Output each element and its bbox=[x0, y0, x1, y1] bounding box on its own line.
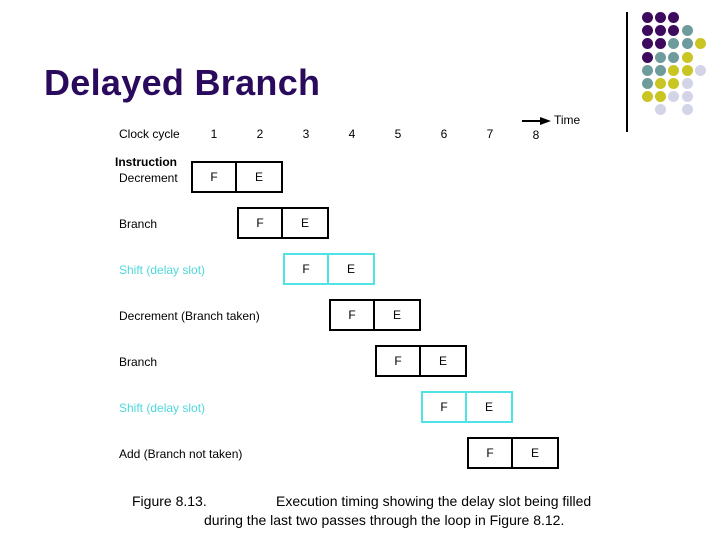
decorative-dot bbox=[668, 12, 680, 23]
instruction-label: Add (Branch not taken) bbox=[119, 447, 243, 461]
decorative-dot bbox=[655, 51, 667, 63]
decorative-dot bbox=[668, 78, 680, 89]
time-label: Time bbox=[554, 113, 581, 127]
decorative-dot bbox=[655, 91, 667, 103]
decorative-dot bbox=[642, 51, 653, 63]
decorative-dot bbox=[681, 25, 693, 37]
execute-stage-box: E bbox=[465, 391, 513, 423]
execute-stage-box: E bbox=[327, 253, 375, 285]
fetch-stage-box: F bbox=[375, 345, 421, 377]
decorative-dot bbox=[642, 25, 653, 37]
decorative-dot bbox=[642, 12, 653, 23]
decorative-dot bbox=[655, 38, 667, 50]
decorative-dot bbox=[655, 25, 667, 37]
instruction-label: Shift (delay slot) bbox=[119, 263, 206, 277]
decorative-dot bbox=[681, 64, 693, 76]
fetch-stage-box: F bbox=[237, 207, 283, 239]
decorative-dot bbox=[642, 78, 653, 89]
decorative-dot bbox=[668, 25, 680, 37]
slide-title: Delayed Branch bbox=[44, 62, 321, 103]
decorative-dot bbox=[668, 64, 680, 76]
instruction-label: Decrement (Branch taken) bbox=[119, 309, 260, 323]
instruction-label: Branch bbox=[119, 355, 158, 369]
decorative-dot bbox=[668, 51, 680, 63]
cycle-number: 3 bbox=[302, 127, 310, 141]
decorative-dot bbox=[655, 12, 667, 23]
fetch-stage-box: F bbox=[421, 391, 467, 423]
decorative-dot bbox=[681, 91, 693, 103]
cycle-number: 5 bbox=[394, 127, 402, 141]
clock-cycle-label: Clock cycle bbox=[119, 127, 180, 141]
decorative-dot bbox=[681, 51, 693, 63]
decorative-dot bbox=[681, 78, 693, 89]
cycle-number: 6 bbox=[440, 127, 448, 141]
instruction-label: Decrement bbox=[119, 171, 178, 185]
decorative-dot bbox=[668, 91, 680, 103]
decorative-dot bbox=[681, 104, 693, 116]
execute-stage-box: E bbox=[281, 207, 329, 239]
cycle-number: 7 bbox=[486, 127, 494, 141]
execute-stage-box: E bbox=[419, 345, 467, 377]
decorative-divider bbox=[626, 12, 628, 132]
fetch-stage-box: F bbox=[329, 299, 375, 331]
caption-line-1: Execution timing showing the delay slot … bbox=[276, 493, 592, 509]
fetch-stage-box: F bbox=[191, 161, 237, 193]
cycle-number: 8 bbox=[532, 128, 540, 142]
decorative-dot bbox=[655, 64, 667, 76]
execute-stage-box: E bbox=[235, 161, 283, 193]
decorative-dot bbox=[655, 78, 667, 89]
instruction-label: Branch bbox=[119, 217, 158, 231]
figure-number: Figure 8.13. bbox=[132, 493, 207, 509]
cycle-number: 2 bbox=[256, 127, 264, 141]
instruction-header: Instruction bbox=[115, 155, 177, 169]
fetch-stage-box: F bbox=[283, 253, 329, 285]
decorative-dot bbox=[655, 104, 667, 116]
time-arrow-icon bbox=[522, 117, 551, 125]
instruction-label: Shift (delay slot) bbox=[119, 401, 206, 415]
decorative-dot bbox=[694, 64, 706, 76]
caption-line-2: during the last two passes through the l… bbox=[204, 512, 565, 528]
decorative-dot bbox=[642, 38, 653, 50]
cycle-number: 4 bbox=[348, 127, 356, 141]
fetch-stage-box: F bbox=[467, 437, 513, 469]
decorative-dot bbox=[694, 38, 706, 50]
cycle-number: 1 bbox=[210, 127, 218, 141]
decorative-dot bbox=[681, 38, 693, 50]
decorative-dot bbox=[642, 91, 653, 103]
execute-stage-box: E bbox=[511, 437, 559, 469]
decorative-dot bbox=[642, 64, 653, 76]
execute-stage-box: E bbox=[373, 299, 421, 331]
decorative-dot bbox=[668, 38, 680, 50]
